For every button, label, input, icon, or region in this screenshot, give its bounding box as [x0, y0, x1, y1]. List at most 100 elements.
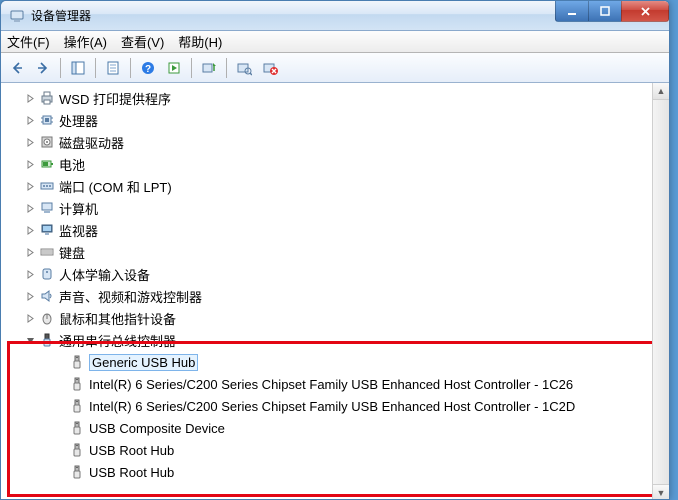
port-icon — [39, 178, 55, 194]
tree-node-label: Intel(R) 6 Series/C200 Series Chipset Fa… — [89, 399, 575, 414]
tree-node[interactable]: 通用串行总线控制器 — [1, 329, 669, 351]
tree-node-label: 处理器 — [59, 111, 98, 130]
titlebar: 设备管理器 — [1, 1, 669, 31]
device-tree[interactable]: WSD 打印提供程序处理器磁盘驱动器电池端口 (COM 和 LPT) 计算机监视器… — [1, 83, 669, 487]
tree-node[interactable]: 电池 — [1, 153, 669, 175]
tree-node-label: USB Composite Device — [89, 421, 225, 436]
scroll-down-arrow[interactable]: ▼ — [653, 484, 669, 500]
minimize-button[interactable] — [555, 1, 589, 22]
properties-button[interactable] — [101, 56, 125, 80]
usb-plug-icon — [69, 464, 85, 480]
tree-node-label: 人体学输入设备 — [59, 265, 150, 284]
tree-node-label: 计算机 — [59, 199, 98, 218]
tree-child-node[interactable]: Intel(R) 6 Series/C200 Series Chipset Fa… — [1, 395, 669, 417]
tree-child-node[interactable]: USB Root Hub — [1, 439, 669, 461]
tree-node-label: Intel(R) 6 Series/C200 Series Chipset Fa… — [89, 377, 573, 392]
printer-icon — [39, 90, 55, 106]
usb-plug-icon — [69, 354, 85, 370]
expander-icon[interactable] — [25, 247, 35, 257]
toolbar-separator — [60, 58, 61, 78]
expander-icon[interactable] — [25, 159, 35, 169]
tree-node[interactable]: 处理器 — [1, 109, 669, 131]
tree-node-label: 声音、视频和游戏控制器 — [59, 287, 202, 306]
tree-node-label: USB Root Hub — [89, 443, 174, 458]
uninstall-button[interactable] — [258, 56, 282, 80]
tree-node[interactable]: 声音、视频和游戏控制器 — [1, 285, 669, 307]
tree-node-label: 电池 — [59, 155, 85, 174]
expander-icon[interactable] — [25, 181, 35, 191]
usb-icon — [39, 332, 55, 348]
forward-button[interactable] — [31, 56, 55, 80]
tree-child-node[interactable]: USB Composite Device — [1, 417, 669, 439]
disk-icon — [39, 134, 55, 150]
tree-node-label: WSD 打印提供程序 — [59, 89, 171, 108]
window-buttons — [556, 1, 669, 22]
menu-view[interactable]: 查看(V) — [121, 32, 164, 51]
toolbar-separator — [95, 58, 96, 78]
expander-icon[interactable] — [25, 313, 35, 323]
show-hide-tree-button[interactable] — [66, 56, 90, 80]
toolbar-separator — [130, 58, 131, 78]
device-manager-window: 设备管理器 文件(F) 操作(A) 查看(V) 帮助(H) — [0, 0, 670, 500]
expander-icon[interactable] — [25, 93, 35, 103]
usb-plug-icon — [69, 420, 85, 436]
expander-icon[interactable] — [25, 335, 35, 345]
mouse-icon — [39, 310, 55, 326]
tree-node-label: 鼠标和其他指针设备 — [59, 309, 176, 328]
scroll-up-arrow[interactable]: ▲ — [653, 83, 669, 100]
usb-plug-icon — [69, 398, 85, 414]
close-button[interactable] — [621, 1, 669, 22]
tree-node[interactable]: WSD 打印提供程序 — [1, 87, 669, 109]
tree-node[interactable]: 人体学输入设备 — [1, 263, 669, 285]
tree-node-label: 监视器 — [59, 221, 98, 240]
tree-node-label: USB Root Hub — [89, 465, 174, 480]
computer-icon — [39, 200, 55, 216]
expander-icon[interactable] — [25, 291, 35, 301]
action-button[interactable] — [162, 56, 186, 80]
maximize-button[interactable] — [588, 1, 622, 22]
tree-child-node[interactable]: Generic USB Hub — [1, 351, 669, 373]
tree-node-label: 通用串行总线控制器 — [59, 331, 176, 350]
menu-help[interactable]: 帮助(H) — [178, 32, 222, 51]
expander-icon[interactable] — [25, 203, 35, 213]
tree-node[interactable]: 监视器 — [1, 219, 669, 241]
svg-text:?: ? — [145, 64, 151, 75]
tree-node-label: 端口 (COM 和 LPT) — [59, 177, 172, 196]
menu-file[interactable]: 文件(F) — [7, 32, 50, 51]
tree-node[interactable]: 计算机 — [1, 197, 669, 219]
update-driver-button[interactable] — [197, 56, 221, 80]
tree-node[interactable]: 鼠标和其他指针设备 — [1, 307, 669, 329]
tree-node-label: Generic USB Hub — [89, 354, 198, 371]
usb-plug-icon — [69, 376, 85, 392]
menu-action[interactable]: 操作(A) — [64, 32, 107, 51]
expander-icon[interactable] — [25, 137, 35, 147]
expander-icon[interactable] — [25, 115, 35, 125]
toolbar-separator — [226, 58, 227, 78]
sound-icon — [39, 288, 55, 304]
tree-node[interactable]: 键盘 — [1, 241, 669, 263]
usb-plug-icon — [69, 442, 85, 458]
app-icon — [9, 8, 25, 24]
tree-child-node[interactable]: Intel(R) 6 Series/C200 Series Chipset Fa… — [1, 373, 669, 395]
battery-icon — [39, 156, 55, 172]
window-title: 设备管理器 — [31, 7, 91, 24]
tree-node-label: 键盘 — [59, 243, 85, 262]
back-button[interactable] — [5, 56, 29, 80]
tree-child-node[interactable]: USB Root Hub — [1, 461, 669, 483]
tree-node[interactable]: 磁盘驱动器 — [1, 131, 669, 153]
tree-node[interactable]: 端口 (COM 和 LPT) — [1, 175, 669, 197]
toolbar-separator — [191, 58, 192, 78]
toolbar: ? — [1, 53, 669, 83]
scan-hardware-button[interactable] — [232, 56, 256, 80]
help-button[interactable]: ? — [136, 56, 160, 80]
hid-icon — [39, 266, 55, 282]
menubar: 文件(F) 操作(A) 查看(V) 帮助(H) — [1, 31, 669, 53]
expander-icon[interactable] — [25, 225, 35, 235]
keyboard-icon — [39, 244, 55, 260]
vertical-scrollbar[interactable]: ▲ ▼ — [652, 83, 669, 500]
tree-node-label: 磁盘驱动器 — [59, 133, 124, 152]
cpu-icon — [39, 112, 55, 128]
expander-icon[interactable] — [25, 269, 35, 279]
content-area: WSD 打印提供程序处理器磁盘驱动器电池端口 (COM 和 LPT) 计算机监视器… — [1, 83, 669, 500]
monitor-icon — [39, 222, 55, 238]
